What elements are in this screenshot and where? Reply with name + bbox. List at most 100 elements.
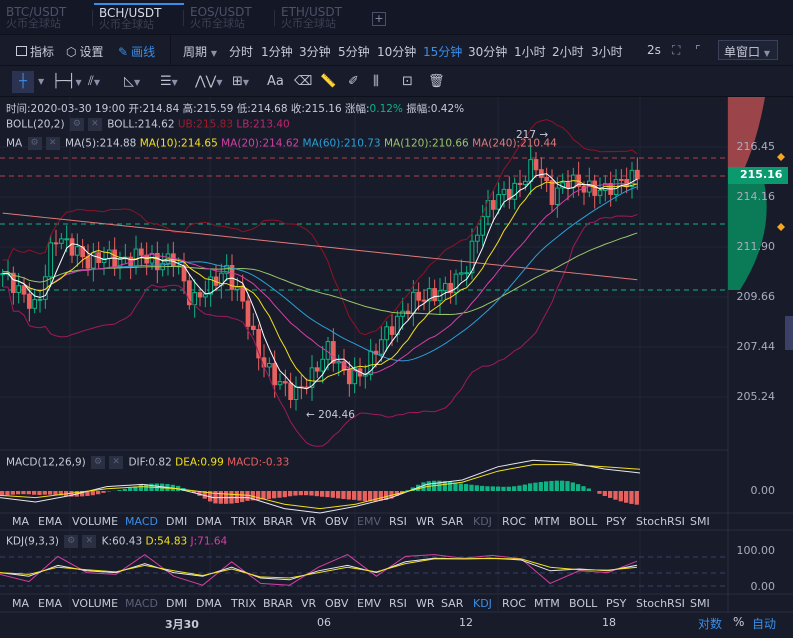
triangle-tool[interactable]: ◺▼ (124, 71, 140, 93)
indicator-tab-rsi[interactable]: RSI (389, 597, 407, 610)
period-1h[interactable]: 1小时 (514, 43, 546, 60)
brush-tool[interactable]: ✐ (348, 71, 359, 93)
indicator-tab-obv[interactable]: OBV (325, 515, 348, 528)
indicator-tab-kdj[interactable]: KDJ (473, 515, 492, 528)
eraser-tool[interactable]: ⌫ (294, 71, 312, 93)
settings-button[interactable]: ⬡ 设置 (66, 43, 104, 60)
percent-scale-toggle[interactable]: % (733, 615, 744, 629)
text-tool[interactable]: Aa (267, 71, 284, 93)
indicator-tab-emv[interactable]: EMV (357, 597, 381, 610)
candle-body (106, 249, 112, 259)
indicator-tab-stochrsi[interactable]: StochRSI (636, 597, 685, 610)
indicator-tab-ma[interactable]: MA (12, 597, 29, 610)
indicator-tab-psy[interactable]: PSY (606, 597, 626, 610)
close-icon[interactable]: ✕ (45, 137, 60, 150)
period-15m[interactable]: 15分钟 (423, 43, 462, 60)
new-window-icon[interactable]: ⌜ (695, 43, 701, 57)
chart-canvas[interactable] (0, 97, 793, 638)
gear-icon[interactable]: ⚙ (91, 456, 106, 469)
candle-body (597, 189, 603, 196)
rectangle-tool[interactable]: ⊞▼ (232, 71, 249, 93)
indicator-tab-dma[interactable]: DMA (196, 597, 222, 610)
crosshair-tool[interactable]: ┼ (12, 71, 34, 93)
indicator-tab-sar[interactable]: SAR (441, 597, 463, 610)
tab-bch-usdt[interactable]: BCH/USDT 火币全球站 (94, 3, 184, 31)
parallel-lines-tool[interactable]: ⫽▼ (88, 71, 100, 93)
indicator-tab-roc[interactable]: ROC (502, 597, 526, 610)
drawing-toolbar: ┼ ▼ ├─┤▼ ⫽▼ ◺▼ ☰▼ ⋀⋁▼ ⊞▼ Aa ⌫ 📏 ✐ ⫼ ⊡ 🗑 (0, 66, 793, 97)
indicator-tab-sar[interactable]: SAR (441, 515, 463, 528)
period-3m[interactable]: 3分钟 (299, 43, 331, 60)
indicator-tab-macd[interactable]: MACD (125, 597, 158, 610)
period-dropdown[interactable]: 周期 ▼ (183, 43, 217, 60)
gear-icon[interactable]: ⚙ (64, 535, 79, 548)
indicator-tab-wr[interactable]: WR (416, 515, 435, 528)
indicator-tab-mtm[interactable]: MTM (534, 597, 560, 610)
refresh-interval[interactable]: 2s (647, 43, 661, 57)
indicator-tab-dmi[interactable]: DMI (166, 515, 187, 528)
indicator-tab-wr[interactable]: WR (416, 597, 435, 610)
indicator-tab-rsi[interactable]: RSI (389, 515, 407, 528)
indicator-tab-boll[interactable]: BOLL (569, 515, 597, 528)
indicator-tab-ma[interactable]: MA (12, 515, 29, 528)
tab-btc-usdt[interactable]: BTC/USDT 火币全球站 (6, 6, 96, 30)
indicator-tab-smi[interactable]: SMI (690, 597, 710, 610)
tab-eos-usdt[interactable]: EOS/USDT 火币全球站 (190, 6, 280, 30)
add-tab-button[interactable]: + (372, 12, 386, 26)
fullscreen-icon[interactable]: ⛶ (672, 43, 680, 58)
indicator-tab-trix[interactable]: TRIX (231, 515, 256, 528)
indicator-tab-obv[interactable]: OBV (325, 597, 348, 610)
indicator-tab-vr[interactable]: VR (301, 597, 316, 610)
trash-icon[interactable]: 🗑 (428, 71, 445, 93)
close-icon[interactable]: ✕ (82, 535, 97, 548)
indicator-tab-brar[interactable]: BRAR (263, 597, 293, 610)
macd-histogram-bar (597, 491, 602, 494)
gear-icon[interactable]: ⚙ (69, 118, 84, 131)
date-label: 18 (602, 616, 616, 629)
magnet-icon[interactable]: ⫼ (373, 71, 379, 93)
indicator-tab-dmi[interactable]: DMI (166, 597, 187, 610)
fibonacci-tool[interactable]: ☰▼ (160, 71, 178, 93)
indicator-tab-brar[interactable]: BRAR (263, 515, 293, 528)
period-3h[interactable]: 3小时 (591, 43, 623, 60)
indicator-tab-psy[interactable]: PSY (606, 515, 626, 528)
draw-button[interactable]: ✎ 画线 (118, 43, 155, 60)
window-mode-dropdown[interactable]: 单窗口 ▼ (718, 40, 778, 60)
price-label: 214.16 (736, 190, 776, 203)
indicator-tab-boll[interactable]: BOLL (569, 597, 597, 610)
lock-icon[interactable]: ⊡ (402, 71, 413, 93)
period-2h[interactable]: 2小时 (552, 43, 584, 60)
indicator-tab-emv[interactable]: EMV (357, 515, 381, 528)
close-icon[interactable]: ✕ (109, 456, 124, 469)
macd-histogram-bar (469, 484, 474, 491)
period-1m[interactable]: 1分钟 (261, 43, 293, 60)
side-panel-toggle[interactable] (785, 316, 793, 350)
log-scale-toggle[interactable]: 对数 (698, 615, 722, 632)
indicator-tab-macd[interactable]: MACD (125, 515, 158, 528)
indicator-tab-volume[interactable]: VOLUME (72, 515, 118, 528)
tab-eth-usdt[interactable]: ETH/USDT 火币全球站 (281, 6, 371, 30)
indicator-tab-roc[interactable]: ROC (502, 515, 526, 528)
auto-scale-toggle[interactable]: 自动 (752, 615, 776, 632)
close-icon[interactable]: ✕ (87, 118, 102, 131)
indicator-tab-vr[interactable]: VR (301, 515, 316, 528)
indicator-tab-ema[interactable]: EMA (38, 597, 62, 610)
period-30m[interactable]: 30分钟 (468, 43, 507, 60)
ruler-tool[interactable]: 📏 (320, 71, 336, 93)
indicator-tab-trix[interactable]: TRIX (231, 597, 256, 610)
indicator-button[interactable]: 指标 (16, 43, 54, 60)
wave-tool[interactable]: ⋀⋁▼ (195, 71, 222, 93)
period-timeline[interactable]: 分时 (229, 43, 253, 60)
gear-icon[interactable]: ⚙ (27, 137, 42, 150)
indicator-tab-kdj[interactable]: KDJ (473, 597, 492, 610)
period-10m[interactable]: 10分钟 (377, 43, 416, 60)
period-5m[interactable]: 5分钟 (338, 43, 370, 60)
indicator-tab-mtm[interactable]: MTM (534, 515, 560, 528)
horizontal-line-tool[interactable]: ├─┤▼ (52, 71, 82, 93)
indicator-tab-smi[interactable]: SMI (690, 515, 710, 528)
indicator-tab-volume[interactable]: VOLUME (72, 597, 118, 610)
indicator-tab-stochrsi[interactable]: StochRSI (636, 515, 685, 528)
indicator-tab-dma[interactable]: DMA (196, 515, 222, 528)
indicator-tab-ema[interactable]: EMA (38, 515, 62, 528)
caret-down-icon[interactable]: ▼ (38, 71, 44, 93)
